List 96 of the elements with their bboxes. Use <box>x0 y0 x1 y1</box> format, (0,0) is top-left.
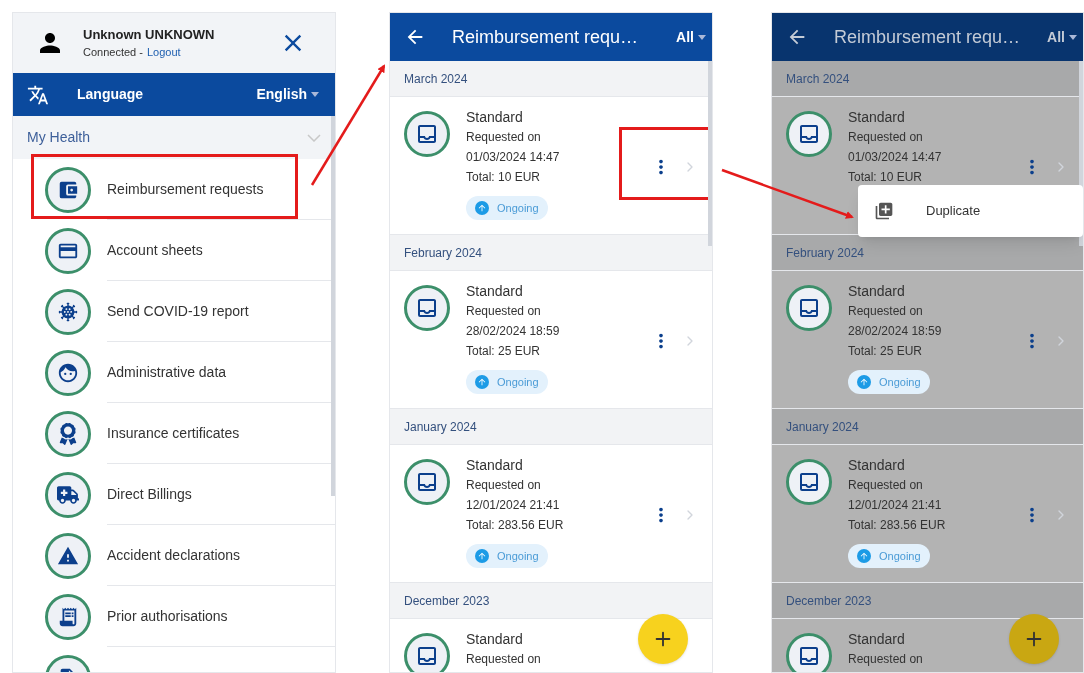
month-label: March 2024 <box>404 70 468 88</box>
request-date: 01/03/2024 14:47 <box>848 149 942 166</box>
menu-item-label: Direct Billings <box>107 485 192 504</box>
menu-item[interactable]: Reimbursement requests <box>13 159 335 220</box>
month-label: January 2024 <box>404 418 477 436</box>
screen-title: Reimbursement requ… <box>452 25 640 49</box>
dropdown-icon <box>311 92 319 97</box>
request-total: Total: 283.56 EUR <box>848 517 946 534</box>
language-bar[interactable]: Language English <box>13 73 335 116</box>
month-label: December 2023 <box>404 592 490 610</box>
menu-item[interactable]: Prior authorisations <box>13 586 335 647</box>
arrow-up-icon <box>475 375 489 389</box>
translate-icon <box>27 83 49 106</box>
request-type: Standard <box>848 630 905 649</box>
face-icon <box>45 349 91 396</box>
connection-status: Connected - <box>83 45 143 60</box>
wallet-icon <box>45 166 91 213</box>
request-type: Standard <box>848 108 905 127</box>
status-label: Ongoing <box>497 548 539 564</box>
request-total: Total: 283.56 EUR <box>466 517 564 534</box>
language-label: Language <box>77 85 145 104</box>
request-type: Standard <box>466 456 523 475</box>
menu-item-label: Reimbursement requests <box>107 180 264 199</box>
request-total: Total: 25 EUR <box>848 343 923 360</box>
request-card[interactable]: Standard Requested on 28/02/2024 18:59 Total: 25 EUR Ongoing <box>772 271 1083 409</box>
dropdown-icon <box>1069 34 1077 40</box>
requested-label: Requested on <box>848 129 923 146</box>
status-label: Ongoing <box>879 374 921 390</box>
request-type: Standard <box>466 282 523 301</box>
duplicate-icon <box>874 201 894 221</box>
request-card[interactable]: Standard Requested on 12/01/2024 21:41 Total: 283.56 EUR Ongoing <box>772 445 1083 583</box>
request-date: 28/02/2024 18:59 <box>466 323 560 340</box>
language-value: English <box>256 85 307 104</box>
add-button[interactable] <box>638 614 688 664</box>
menu-item[interactable]: Direct Billings <box>13 464 335 525</box>
menu-item-label: Insurance certificates <box>107 424 240 443</box>
award-icon <box>45 410 91 457</box>
menu-item-label: Account sheets <box>107 241 203 260</box>
arrow-up-icon <box>857 375 871 389</box>
inbox-icon <box>404 285 450 331</box>
requested-label: Requested on <box>466 129 541 146</box>
screen-title: Reimbursement requ… <box>834 25 1022 49</box>
request-total: Total: 10 EUR <box>466 169 541 186</box>
filter-value[interactable]: All <box>1047 26 1065 48</box>
menu-item-label: Administrative data <box>107 363 227 382</box>
inbox-icon <box>786 459 832 505</box>
section-title: My Health <box>27 128 92 147</box>
chevron-down-icon <box>307 133 321 142</box>
requested-label: Requested on <box>466 477 541 494</box>
inbox-icon <box>786 285 832 331</box>
requested-label: Requested on <box>466 303 541 320</box>
logout-link[interactable]: Logout <box>146 44 181 60</box>
status-label: Ongoing <box>497 374 539 390</box>
dropdown-icon <box>698 34 706 40</box>
menu-item-label: Send COVID-19 report <box>107 302 249 321</box>
user-name: Unknown UNKNOWN <box>83 26 216 44</box>
request-card[interactable]: Standard Requested on 12/01/2024 21:41 Total: 283.56 EUR Ongoing <box>390 445 712 583</box>
inbox-icon <box>786 111 832 157</box>
document-icon <box>45 593 91 640</box>
menu-item[interactable]: Accident declarations <box>13 525 335 586</box>
card-icon <box>45 227 91 274</box>
request-type: Standard <box>848 282 905 301</box>
ambulance-icon <box>45 471 91 518</box>
month-label: January 2024 <box>786 418 859 436</box>
inbox-icon <box>404 111 450 157</box>
request-card[interactable]: Standard Requested on 28/02/2024 18:59 Total: 25 EUR Ongoing <box>390 271 712 409</box>
request-total: Total: 10 EUR <box>848 169 923 186</box>
filter-value[interactable]: All <box>676 26 694 48</box>
requested-label: Requested on <box>848 477 923 494</box>
month-label: December 2023 <box>786 592 872 610</box>
status-label: Ongoing <box>497 200 539 216</box>
request-date: 12/01/2024 21:41 <box>848 497 942 514</box>
arrow-up-icon <box>475 201 489 215</box>
menu-item-label: Accident declarations <box>107 546 241 565</box>
menu-item-label: Prior authorisations <box>107 607 228 626</box>
menu-option[interactable]: Duplicate <box>858 191 1083 231</box>
request-type: Standard <box>466 630 523 649</box>
requested-label: Requested on <box>848 303 923 320</box>
month-label: February 2024 <box>404 244 483 262</box>
request-total: Total: 25 EUR <box>466 343 541 360</box>
month-label: February 2024 <box>786 244 865 262</box>
virus-icon <box>45 288 91 335</box>
request-type: Standard <box>466 108 523 127</box>
request-type: Standard <box>848 456 905 475</box>
requested-label: Requested on <box>466 651 541 668</box>
request-date: 01/03/2024 14:47 <box>466 149 560 166</box>
request-date: 12/01/2024 21:41 <box>466 497 560 514</box>
option-label: Duplicate <box>926 202 981 221</box>
requested-label: Requested on <box>848 651 923 668</box>
arrow-up-icon <box>475 549 489 563</box>
arrow-up-icon <box>857 549 871 563</box>
add-button[interactable] <box>1009 614 1059 664</box>
request-date: 28/02/2024 18:59 <box>848 323 942 340</box>
status-label: Ongoing <box>879 548 921 564</box>
month-label: March 2024 <box>786 70 850 88</box>
inbox-icon <box>404 459 450 505</box>
